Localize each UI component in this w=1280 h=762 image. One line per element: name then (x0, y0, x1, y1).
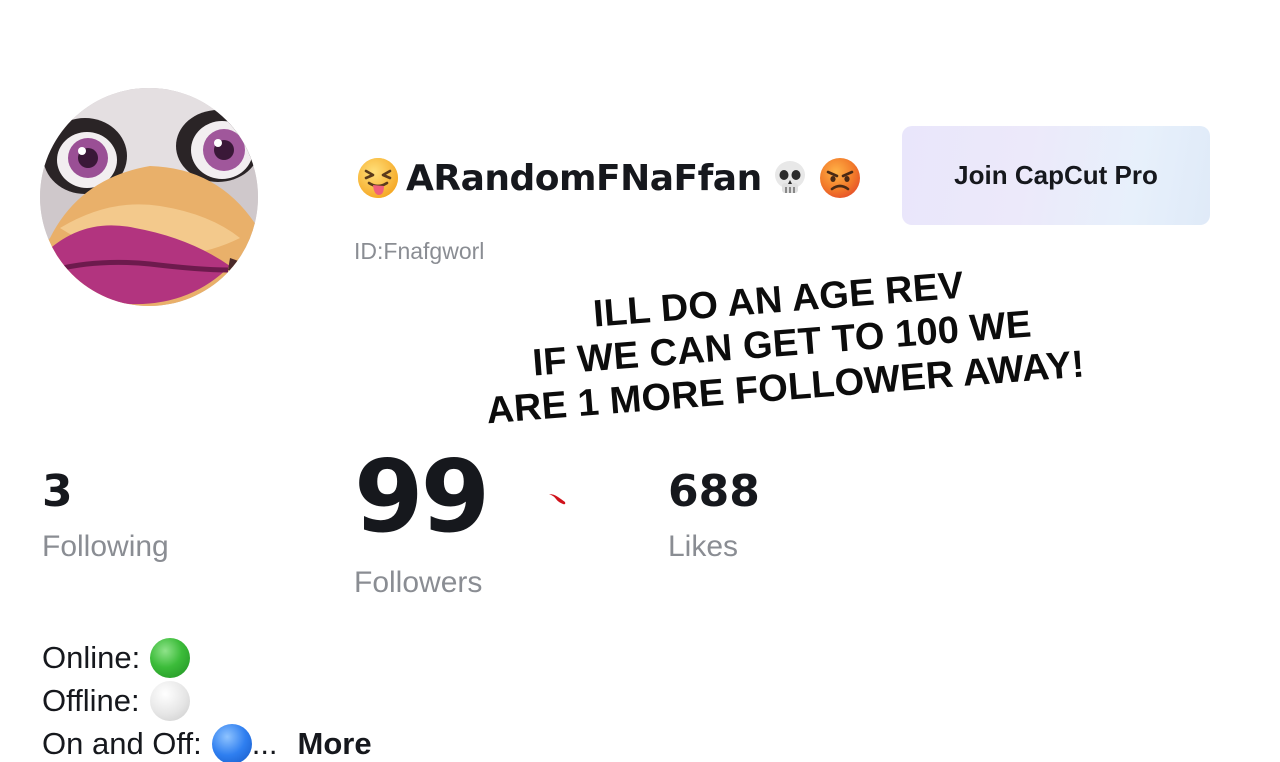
white-circle-icon (149, 680, 190, 721)
username-row: ARandomFNaFfan (356, 150, 862, 206)
avatar-image (40, 88, 258, 306)
angry-face-emoji-icon (818, 156, 862, 200)
bio-line-offline: Offline: (42, 679, 372, 722)
following-label[interactable]: Following (42, 530, 169, 564)
followers-count[interactable]: 99 (354, 438, 490, 555)
blue-circle-icon (211, 723, 252, 762)
bio-line-online: Online: (42, 636, 372, 679)
skull-emoji-icon (768, 156, 812, 200)
green-circle-icon (150, 637, 191, 678)
bio: Online: Offline: On and Off: ... More (42, 636, 372, 762)
join-capcut-pro-label: Join CapCut Pro (954, 160, 1158, 190)
followers-label[interactable]: Followers (354, 566, 482, 600)
bio-offline-text: Offline: (42, 683, 140, 718)
join-capcut-pro-button[interactable]: Join CapCut Pro (902, 126, 1210, 225)
bio-more-link[interactable]: More (298, 722, 372, 762)
avatar[interactable] (40, 88, 258, 306)
username: ARandomFNaFfan (406, 157, 762, 199)
red-scribble-mark (549, 494, 566, 505)
following-count[interactable]: 3 (42, 466, 73, 517)
profile-page: ARandomFNaFfan ID:Fnafgworl Join CapCut … (0, 0, 1280, 762)
likes-label[interactable]: Likes (668, 530, 738, 564)
user-id: ID:Fnafgworl (354, 238, 485, 264)
likes-count[interactable]: 688 (668, 466, 760, 517)
overlay-caption: ILL DO AN AGE REV IF WE CAN GET TO 100 W… (428, 251, 1136, 438)
bio-ellipsis: ... (251, 726, 278, 761)
squinting-tongue-emoji-icon (356, 156, 400, 200)
bio-online-text: Online: (42, 640, 141, 675)
bio-line-on-and-off: On and Off: ... More (42, 722, 372, 762)
bio-on-and-off-text: On and Off: (42, 726, 202, 761)
